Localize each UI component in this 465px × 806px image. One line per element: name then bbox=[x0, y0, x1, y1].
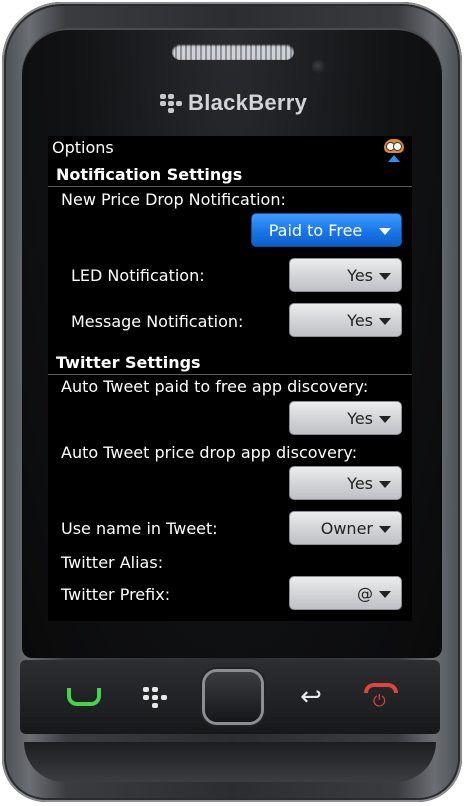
phone-chin bbox=[24, 742, 436, 782]
page-title: Options bbox=[52, 138, 114, 157]
title-bar: Options bbox=[48, 136, 412, 162]
front-camera bbox=[312, 60, 326, 74]
chevron-down-icon bbox=[379, 273, 391, 280]
led-notification-value: Yes bbox=[347, 265, 373, 285]
screen: Options Notification Settings New Price … bbox=[48, 136, 412, 621]
auto-tweet-paid-value: Yes bbox=[347, 408, 373, 428]
section-divider bbox=[48, 186, 412, 187]
use-name-dropdown[interactable]: Owner bbox=[289, 511, 402, 545]
message-notification-label: Message Notification: bbox=[71, 312, 244, 331]
arrow-up-icon bbox=[388, 155, 400, 162]
notification-settings-heading: Notification Settings bbox=[56, 165, 243, 184]
section-divider bbox=[48, 374, 412, 375]
message-notification-value: Yes bbox=[347, 310, 373, 330]
back-key[interactable]: ↩ bbox=[276, 660, 346, 734]
call-icon bbox=[67, 688, 101, 706]
speaker-grille bbox=[172, 44, 294, 60]
owl-icon bbox=[384, 139, 404, 153]
blackberry-menu-icon bbox=[143, 686, 167, 708]
use-name-value: Owner bbox=[320, 518, 373, 538]
trackpad-surface bbox=[205, 672, 261, 722]
new-price-drop-label: New Price Drop Notification: bbox=[61, 190, 286, 209]
auto-tweet-paid-dropdown[interactable]: Yes bbox=[289, 401, 402, 435]
twitter-prefix-label: Twitter Prefix: bbox=[61, 585, 171, 604]
blackberry-logo-icon bbox=[160, 93, 182, 113]
auto-tweet-paid-label: Auto Tweet paid to free app discovery: bbox=[61, 377, 369, 396]
menu-key[interactable] bbox=[120, 660, 190, 734]
chevron-down-icon bbox=[379, 591, 391, 598]
new-price-drop-dropdown[interactable]: Paid to Free bbox=[251, 213, 402, 247]
brand-name: BlackBerry bbox=[188, 90, 308, 115]
end-call-key[interactable] bbox=[346, 660, 416, 734]
auto-tweet-drop-value: Yes bbox=[347, 473, 373, 493]
twitter-prefix-dropdown[interactable]: @ bbox=[289, 576, 402, 610]
twitter-prefix-value: @ bbox=[357, 583, 373, 603]
back-arrow-icon: ↩ bbox=[300, 682, 322, 712]
message-notification-dropdown[interactable]: Yes bbox=[289, 303, 402, 337]
chevron-down-icon bbox=[379, 481, 391, 488]
auto-tweet-drop-dropdown[interactable]: Yes bbox=[289, 466, 402, 500]
chevron-down-icon bbox=[379, 318, 391, 325]
chevron-down-icon bbox=[379, 416, 391, 423]
chevron-down-icon bbox=[379, 526, 391, 533]
twitter-settings-heading: Twitter Settings bbox=[56, 353, 201, 372]
end-call-icon bbox=[364, 683, 398, 711]
brand-logo: BlackBerry bbox=[160, 90, 307, 116]
call-key[interactable] bbox=[48, 660, 120, 734]
trackpad[interactable] bbox=[200, 660, 266, 734]
led-notification-dropdown[interactable]: Yes bbox=[289, 258, 402, 292]
chevron-down-icon bbox=[379, 228, 391, 235]
new-price-drop-value: Paid to Free bbox=[268, 220, 363, 240]
use-name-label: Use name in Tweet: bbox=[61, 519, 218, 538]
auto-tweet-drop-label: Auto Tweet price drop app discovery: bbox=[61, 443, 358, 462]
twitter-alias-label: Twitter Alias: bbox=[61, 553, 164, 572]
led-notification-label: LED Notification: bbox=[71, 266, 205, 285]
